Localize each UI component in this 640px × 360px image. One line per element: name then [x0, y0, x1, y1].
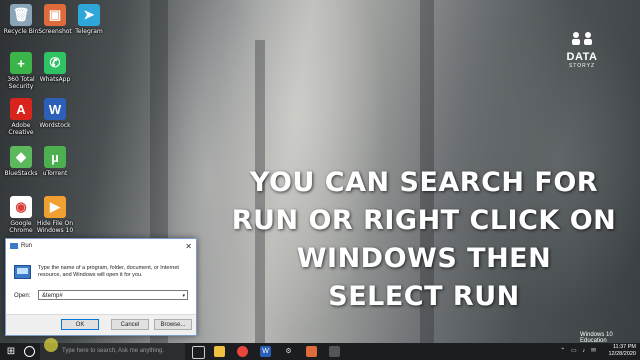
run-footer: OK Cancel Browse... [6, 314, 196, 335]
logo-title: DATA [566, 51, 598, 63]
chrome-icon[interactable] [237, 346, 248, 357]
desktop-icon-label: Google Chrome [9, 220, 33, 234]
desktop-icon-label: Telegram [75, 28, 103, 35]
file-explorer-icon[interactable] [214, 346, 225, 357]
shield-plus-icon: + [10, 52, 32, 74]
browse-button[interactable]: Browse... [154, 319, 192, 330]
desktop-icon[interactable]: ➤ Telegram [70, 4, 108, 35]
open-input-value: &temp# [42, 293, 63, 299]
run-program-icon [14, 265, 31, 279]
logo-people-icon [572, 32, 592, 45]
desktop-icon[interactable]: ◉ Google Chrome [2, 196, 40, 234]
desktop-icon-label: Recycle Bin [3, 28, 39, 35]
media-app-icon[interactable] [329, 346, 340, 357]
ok-button[interactable]: OK [61, 319, 99, 330]
video-file-icon: ▶ [44, 196, 66, 218]
desktop-icon-label: BlueStacks [4, 170, 38, 177]
close-icon[interactable]: ✕ [185, 242, 192, 251]
taskbar-search[interactable]: Type here to search, Ask me anything. [40, 343, 185, 360]
run-titlebar[interactable]: Run ✕ [6, 239, 196, 253]
utorrent-icon: µ [44, 146, 66, 168]
run-description: Type the name of a program, folder, docu… [38, 265, 179, 278]
caption-line: YOU CAN SEARCH FOR [249, 167, 599, 198]
desktop-icon-label: WhatsApp [39, 76, 71, 83]
desktop-icon[interactable]: µ uTorrent [36, 146, 74, 177]
bluestacks-icon: ◆ [10, 146, 32, 168]
run-app-icon [10, 243, 18, 249]
desktop-icon-label: Screenshot [38, 28, 72, 35]
open-label: Open: [14, 293, 31, 299]
desktop-icon-label: Hide File On Windows 10 [36, 220, 74, 234]
cortana-icon[interactable] [24, 346, 35, 357]
desktop-icon[interactable]: ◆ BlueStacks [2, 146, 40, 177]
chevron-down-icon[interactable]: ▾ [182, 291, 185, 301]
cursor-highlight [44, 338, 58, 352]
run-dialog: Run ✕ Type the name of a program, folder… [5, 238, 197, 336]
task-view-icon[interactable] [192, 346, 205, 359]
word-icon[interactable]: W [260, 346, 271, 357]
desktop-icon[interactable]: W Wordstock [36, 98, 74, 129]
recycle-bin-icon: 🗑 [10, 4, 32, 26]
desktop-icon-label: uTorrent [42, 170, 68, 177]
desktop-icon[interactable]: A Adobe Creative [2, 98, 40, 136]
screenshot-icon: ▣ [44, 4, 66, 26]
clock-date: 12/28/2020 [608, 351, 636, 357]
start-button[interactable]: ⊞ [0, 343, 22, 360]
screenshot-app-icon[interactable] [306, 346, 317, 357]
data-storyz-logo: DATA STORYZ [556, 30, 608, 69]
telegram-icon: ➤ [78, 4, 100, 26]
desktop-icon[interactable]: ▣ Screenshot [36, 4, 74, 35]
desktop-icon[interactable]: ▶ Hide File On Windows 10 [36, 196, 74, 234]
tutorial-caption: YOU CAN SEARCH FOR RUN OR RIGHT CLICK ON… [208, 164, 640, 316]
logo-subtitle: STORYZ [568, 63, 596, 69]
cancel-button[interactable]: Cancel [111, 319, 149, 330]
caption-line: SELECT RUN [328, 281, 520, 312]
desktop-icon[interactable]: ✆ WhatsApp [36, 52, 74, 83]
taskbar: ⊞ Type here to search, Ask me anything. … [0, 343, 640, 360]
whatsapp-icon: ✆ [44, 52, 66, 74]
system-tray-icons[interactable]: ⌃ ▭ ♪ ✉ [560, 347, 598, 354]
chrome-icon: ◉ [10, 196, 32, 218]
caption-line: RUN OR RIGHT CLICK ON [231, 205, 617, 236]
caption-line: WINDOWS THEN [296, 243, 552, 274]
desktop-icon-label: 360 Total Security [7, 76, 35, 90]
taskbar-clock[interactable]: 11:37 PM 12/28/2020 [608, 344, 636, 358]
adobe-icon: A [10, 98, 32, 120]
open-input[interactable]: &temp# ▾ [38, 290, 188, 300]
clock-time: 11:37 PM [612, 344, 636, 350]
word-icon: W [44, 98, 66, 120]
run-title: Run [21, 243, 33, 249]
desktop-icon-label: Adobe Creative [8, 122, 34, 136]
desktop-icon[interactable]: +360 Total Security [2, 52, 40, 90]
settings-gear-icon[interactable]: ⚙ [283, 346, 294, 357]
desktop-icon[interactable]: 🗑 Recycle Bin [2, 4, 40, 35]
desktop-icon-label: Wordstock [39, 122, 71, 129]
